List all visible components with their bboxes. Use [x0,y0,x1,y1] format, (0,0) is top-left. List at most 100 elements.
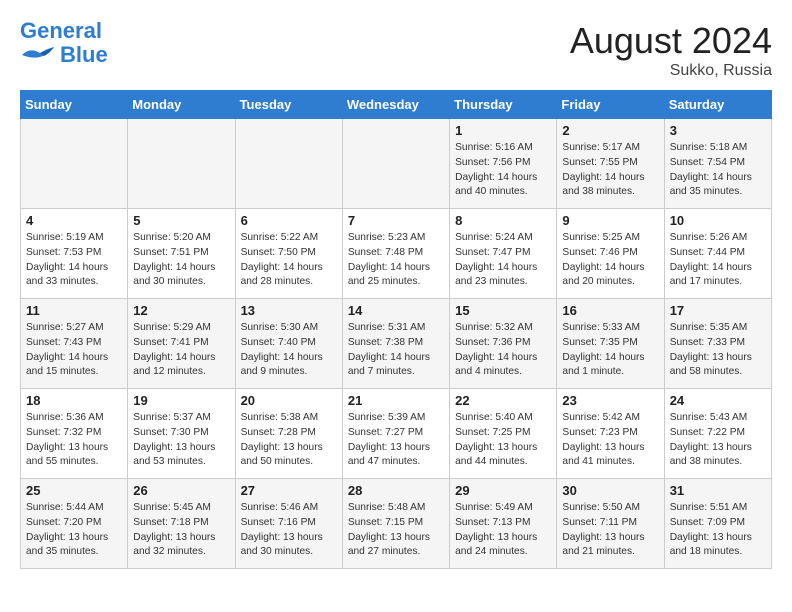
calendar-header-row: SundayMondayTuesdayWednesdayThursdayFrid… [21,91,772,119]
day-info: Sunrise: 5:19 AM Sunset: 7:53 PM Dayligh… [26,231,122,290]
calendar-cell [21,119,128,209]
day-number: 1 [455,123,551,138]
calendar-cell: 11Sunrise: 5:27 AM Sunset: 7:43 PM Dayli… [21,299,128,389]
day-info: Sunrise: 5:24 AM Sunset: 7:47 PM Dayligh… [455,231,551,290]
day-number: 3 [670,123,766,138]
calendar-cell: 15 Sunrise: 5:32 AM Sunset: 7:36 PM Dayli… [450,299,557,389]
calendar-cell: 21Sunrise: 5:39 AM Sunset: 7:27 PM Dayli… [342,389,449,479]
calendar-cell [128,119,235,209]
day-info: Sunrise: 5:30 AM Sunset: 7:40 PM Dayligh… [241,321,337,380]
month-year-title: August 2024 [570,20,772,62]
logo-general: General [20,18,102,43]
day-info: Sunrise: 5:16 AM Sunset: 7:56 PM Dayligh… [455,141,551,200]
day-number: 30 [562,483,658,498]
calendar-cell: 20 Sunrise: 5:38 AM Sunset: 7:28 PM Dayli… [235,389,342,479]
logo-text: General [20,20,102,42]
header-day-monday: Monday [128,91,235,119]
day-number: 14 [348,303,444,318]
day-info: Sunrise: 5:48 AM Sunset: 7:15 PM Dayligh… [348,501,444,560]
day-number: 23 [562,393,658,408]
calendar-cell: 18 Sunrise: 5:36 AM Sunset: 7:32 PM Dayli… [21,389,128,479]
calendar-cell: 8 Sunrise: 5:24 AM Sunset: 7:47 PM Daylig… [450,209,557,299]
calendar-cell: 1 Sunrise: 5:16 AM Sunset: 7:56 PM Daylig… [450,119,557,209]
calendar-week-row: 1 Sunrise: 5:16 AM Sunset: 7:56 PM Daylig… [21,119,772,209]
day-number: 17 [670,303,766,318]
day-info: Sunrise: 5:42 AM Sunset: 7:23 PM Dayligh… [562,411,658,470]
title-block: August 2024 Sukko, Russia [570,20,772,80]
day-info: Sunrise: 5:49 AM Sunset: 7:13 PM Dayligh… [455,501,551,560]
day-number: 10 [670,213,766,228]
day-number: 24 [670,393,766,408]
day-info: Sunrise: 5:40 AM Sunset: 7:25 PM Dayligh… [455,411,551,470]
header-day-thursday: Thursday [450,91,557,119]
calendar-week-row: 18 Sunrise: 5:36 AM Sunset: 7:32 PM Dayli… [21,389,772,479]
day-number: 7 [348,213,444,228]
calendar-cell [342,119,449,209]
day-info: Sunrise: 5:26 AM Sunset: 7:44 PM Dayligh… [670,231,766,290]
calendar-cell: 30Sunrise: 5:50 AM Sunset: 7:11 PM Dayli… [557,479,664,569]
header-day-tuesday: Tuesday [235,91,342,119]
day-info: Sunrise: 5:45 AM Sunset: 7:18 PM Dayligh… [133,501,229,560]
day-info: Sunrise: 5:43 AM Sunset: 7:22 PM Dayligh… [670,411,766,470]
day-number: 18 [26,393,122,408]
logo-blue: Blue [60,42,108,68]
day-number: 25 [26,483,122,498]
day-number: 29 [455,483,551,498]
day-number: 19 [133,393,229,408]
calendar-week-row: 25 Sunrise: 5:44 AM Sunset: 7:20 PM Dayli… [21,479,772,569]
day-number: 20 [241,393,337,408]
calendar-cell: 22Sunrise: 5:40 AM Sunset: 7:25 PM Dayli… [450,389,557,479]
calendar-cell: 5 Sunrise: 5:20 AM Sunset: 7:51 PM Daylig… [128,209,235,299]
day-info: Sunrise: 5:18 AM Sunset: 7:54 PM Dayligh… [670,141,766,200]
day-info: Sunrise: 5:20 AM Sunset: 7:51 PM Dayligh… [133,231,229,290]
day-number: 8 [455,213,551,228]
day-info: Sunrise: 5:31 AM Sunset: 7:38 PM Dayligh… [348,321,444,380]
calendar-cell: 19Sunrise: 5:37 AM Sunset: 7:30 PM Dayli… [128,389,235,479]
calendar-cell: 25 Sunrise: 5:44 AM Sunset: 7:20 PM Dayli… [21,479,128,569]
header-day-friday: Friday [557,91,664,119]
calendar-cell: 31 Sunrise: 5:51 AM Sunset: 7:09 PM Dayli… [664,479,771,569]
day-info: Sunrise: 5:51 AM Sunset: 7:09 PM Dayligh… [670,501,766,560]
calendar-table: SundayMondayTuesdayWednesdayThursdayFrid… [20,90,772,569]
header-day-saturday: Saturday [664,91,771,119]
day-info: Sunrise: 5:32 AM Sunset: 7:36 PM Dayligh… [455,321,551,380]
calendar-cell: 16Sunrise: 5:33 AM Sunset: 7:35 PM Dayli… [557,299,664,389]
day-number: 9 [562,213,658,228]
day-number: 12 [133,303,229,318]
header-day-wednesday: Wednesday [342,91,449,119]
calendar-cell: 3 Sunrise: 5:18 AM Sunset: 7:54 PM Daylig… [664,119,771,209]
calendar-cell: 24 Sunrise: 5:43 AM Sunset: 7:22 PM Dayli… [664,389,771,479]
calendar-cell: 2Sunrise: 5:17 AM Sunset: 7:55 PM Daylig… [557,119,664,209]
day-number: 13 [241,303,337,318]
day-number: 31 [670,483,766,498]
header-day-sunday: Sunday [21,91,128,119]
calendar-cell [235,119,342,209]
day-info: Sunrise: 5:22 AM Sunset: 7:50 PM Dayligh… [241,231,337,290]
day-info: Sunrise: 5:44 AM Sunset: 7:20 PM Dayligh… [26,501,122,560]
calendar-cell: 17 Sunrise: 5:35 AM Sunset: 7:33 PM Dayli… [664,299,771,389]
day-info: Sunrise: 5:33 AM Sunset: 7:35 PM Dayligh… [562,321,658,380]
day-info: Sunrise: 5:23 AM Sunset: 7:48 PM Dayligh… [348,231,444,290]
calendar-cell: 14 Sunrise: 5:31 AM Sunset: 7:38 PM Dayli… [342,299,449,389]
day-info: Sunrise: 5:39 AM Sunset: 7:27 PM Dayligh… [348,411,444,470]
calendar-cell: 23 Sunrise: 5:42 AM Sunset: 7:23 PM Dayli… [557,389,664,479]
day-info: Sunrise: 5:38 AM Sunset: 7:28 PM Dayligh… [241,411,337,470]
day-number: 5 [133,213,229,228]
calendar-cell: 12 Sunrise: 5:29 AM Sunset: 7:41 PM Dayli… [128,299,235,389]
day-number: 4 [26,213,122,228]
day-info: Sunrise: 5:36 AM Sunset: 7:32 PM Dayligh… [26,411,122,470]
day-number: 28 [348,483,444,498]
calendar-cell: 7 Sunrise: 5:23 AM Sunset: 7:48 PM Daylig… [342,209,449,299]
day-number: 11 [26,303,122,318]
logo-bird-icon [20,45,56,65]
day-info: Sunrise: 5:29 AM Sunset: 7:41 PM Dayligh… [133,321,229,380]
calendar-cell: 6 Sunrise: 5:22 AM Sunset: 7:50 PM Daylig… [235,209,342,299]
day-info: Sunrise: 5:17 AM Sunset: 7:55 PM Dayligh… [562,141,658,200]
calendar-cell: 4 Sunrise: 5:19 AM Sunset: 7:53 PM Daylig… [21,209,128,299]
day-number: 27 [241,483,337,498]
day-info: Sunrise: 5:35 AM Sunset: 7:33 PM Dayligh… [670,321,766,380]
day-number: 15 [455,303,551,318]
location-subtitle: Sukko, Russia [570,62,772,80]
day-number: 6 [241,213,337,228]
day-info: Sunrise: 5:46 AM Sunset: 7:16 PM Dayligh… [241,501,337,560]
